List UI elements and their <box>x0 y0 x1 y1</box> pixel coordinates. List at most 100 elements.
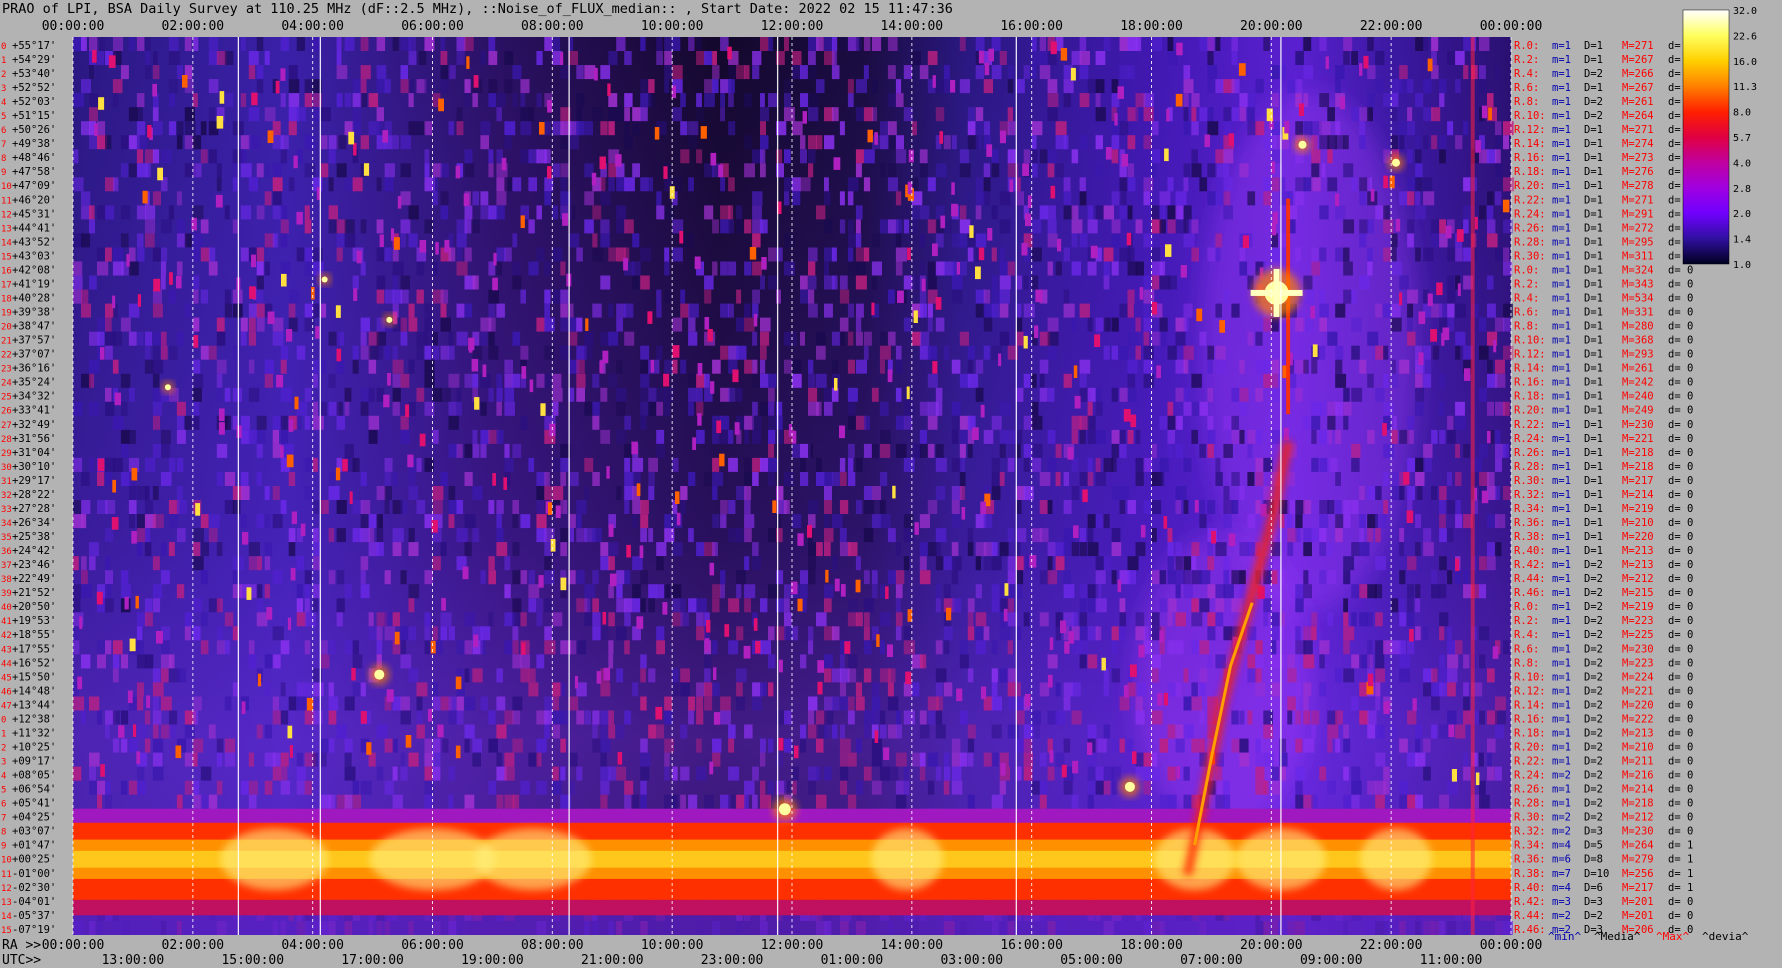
noise-cell <box>544 37 553 51</box>
noise-cell <box>656 345 663 360</box>
noise-cell <box>488 612 494 627</box>
noise-cell <box>144 457 156 472</box>
noise-cell <box>879 121 889 136</box>
noise-cell <box>392 373 401 388</box>
noise-cell <box>1159 570 1167 585</box>
row-index: 43 <box>1 645 12 655</box>
noise-cell <box>296 598 303 613</box>
noise-cell <box>1415 37 1424 51</box>
noise-cell <box>1343 415 1349 430</box>
receiver-median: D=1 <box>1584 82 1603 94</box>
noise-cell <box>1167 401 1174 416</box>
noise-cell <box>1311 457 1319 472</box>
noise-cell <box>1231 500 1239 514</box>
noise-cell <box>871 233 881 248</box>
row-index: 27 <box>1 421 12 431</box>
speckle <box>353 142 357 156</box>
speckle <box>1455 558 1460 572</box>
noise-cell <box>256 584 263 599</box>
noise-cell <box>256 443 263 458</box>
noise-cell <box>752 261 762 276</box>
top-axis-tick-label: 12:00:00 <box>761 19 824 34</box>
speckle <box>1335 193 1340 207</box>
noise-cell <box>1439 373 1446 388</box>
noise-cell <box>176 191 182 206</box>
noise-cell <box>408 205 419 220</box>
noise-cell <box>1255 654 1264 669</box>
noise-cell <box>296 612 307 627</box>
speckle <box>482 364 487 378</box>
noise-cell <box>1087 724 1097 739</box>
noise-cell <box>1303 121 1313 136</box>
speckle <box>289 745 293 758</box>
noise-cell <box>1407 107 1413 122</box>
noise-cell <box>304 79 313 94</box>
noise-cell <box>248 387 260 402</box>
noise-cell <box>768 401 775 416</box>
noise-cell <box>608 373 618 388</box>
noise-cell <box>1255 331 1263 346</box>
noise-cell <box>600 542 609 557</box>
speckle <box>419 240 427 253</box>
noise-cell <box>839 500 849 514</box>
speckle <box>679 230 684 244</box>
noise-cell <box>760 752 766 767</box>
noise-cell <box>768 682 774 697</box>
noise-cell <box>1103 780 1111 795</box>
noise-cell <box>464 205 473 220</box>
noise-cell <box>488 163 494 178</box>
noise-cell <box>160 696 172 711</box>
noise-cell <box>839 724 845 739</box>
noise-cell <box>887 331 896 346</box>
noise-cell <box>1503 317 1511 332</box>
noise-cell <box>224 640 230 655</box>
noise-cell <box>1007 682 1016 697</box>
noise-cell <box>919 149 928 164</box>
noise-cell <box>1407 612 1415 627</box>
noise-cell <box>1455 345 1461 360</box>
noise-cell <box>1439 149 1446 164</box>
noise-cell <box>983 514 993 529</box>
noise-cell <box>168 289 176 304</box>
noise-cell <box>352 177 363 192</box>
noise-cell <box>248 556 257 571</box>
noise-cell <box>1495 191 1502 206</box>
noise-cell <box>648 79 655 94</box>
speckle <box>438 98 444 112</box>
noise-cell <box>752 205 762 220</box>
noise-cell <box>272 710 282 725</box>
noise-cell <box>1455 135 1463 150</box>
noise-cell <box>752 373 761 388</box>
speckle <box>136 751 141 764</box>
noise-cell <box>935 387 943 402</box>
noise-cell <box>496 500 504 514</box>
speckle <box>1260 503 1267 517</box>
noise-cell <box>544 121 551 136</box>
noise-cell <box>240 93 247 108</box>
noise-cell <box>536 752 542 767</box>
noise-cell <box>831 696 840 711</box>
noise-cell <box>1343 51 1350 65</box>
speckle <box>932 75 936 88</box>
noise-cell <box>592 247 604 262</box>
noise-cell <box>800 724 807 739</box>
noise-cell <box>1319 289 1325 304</box>
utc-axis-tick-label: 09:00:00 <box>1300 953 1363 968</box>
speckle <box>348 131 355 145</box>
row-index: 47 <box>1 701 12 711</box>
speckle <box>986 144 993 157</box>
noise-cell <box>1407 79 1414 94</box>
noise-cell <box>496 107 502 122</box>
noise-cell <box>1399 121 1407 136</box>
noise-cell <box>616 37 626 51</box>
row-index: 26 <box>1 407 12 417</box>
noise-cell <box>760 682 767 697</box>
noise-cell <box>1455 415 1467 430</box>
noise-cell <box>496 401 502 416</box>
noise-cell <box>831 626 840 641</box>
noise-cell <box>1199 443 1206 458</box>
noise-cell <box>1415 584 1421 599</box>
noise-cell <box>895 415 905 430</box>
noise-cell <box>128 37 136 51</box>
noise-cell <box>640 766 650 781</box>
